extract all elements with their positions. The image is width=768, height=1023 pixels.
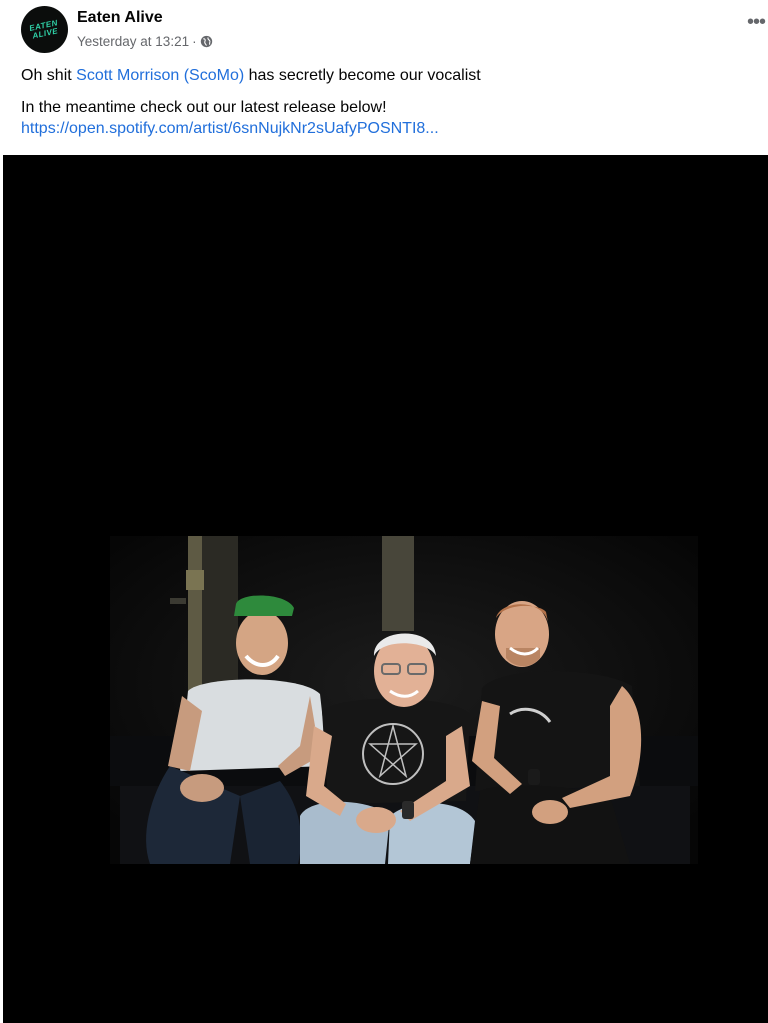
spotify-link[interactable]: https://open.spotify.com/artist/6snNujkN… bbox=[21, 120, 439, 137]
message-line-2: In the meantime check out our latest rel… bbox=[21, 97, 751, 139]
globe-icon[interactable] bbox=[200, 35, 213, 48]
band-photo[interactable] bbox=[110, 536, 698, 864]
timestamp[interactable]: Yesterday at 13:21 bbox=[77, 34, 189, 49]
avatar[interactable]: EATEN ALIVE bbox=[21, 6, 68, 53]
mention-link[interactable]: Scott Morrison (ScoMo) bbox=[76, 67, 244, 84]
meta-separator: · bbox=[192, 34, 197, 49]
post-header: EATEN ALIVE Eaten Alive Yesterday at 13:… bbox=[0, 0, 768, 155]
band-photo-illustration bbox=[110, 536, 698, 864]
message-suffix: has secretly become our vocalist bbox=[244, 67, 481, 84]
page-name[interactable]: Eaten Alive bbox=[77, 9, 163, 27]
message-prefix: Oh shit bbox=[21, 67, 77, 84]
post-message: Oh shit Scott Morrison (ScoMo) has secre… bbox=[21, 65, 751, 150]
more-options-icon[interactable]: ••• bbox=[747, 12, 766, 32]
message-line-1: Oh shit Scott Morrison (ScoMo) has secre… bbox=[21, 65, 751, 86]
post-media[interactable] bbox=[3, 155, 768, 1023]
post-meta: Yesterday at 13:21 · bbox=[77, 34, 213, 49]
message-line-2-text: In the meantime check out our latest rel… bbox=[21, 99, 387, 116]
avatar-logo: EATEN ALIVE bbox=[28, 17, 59, 41]
